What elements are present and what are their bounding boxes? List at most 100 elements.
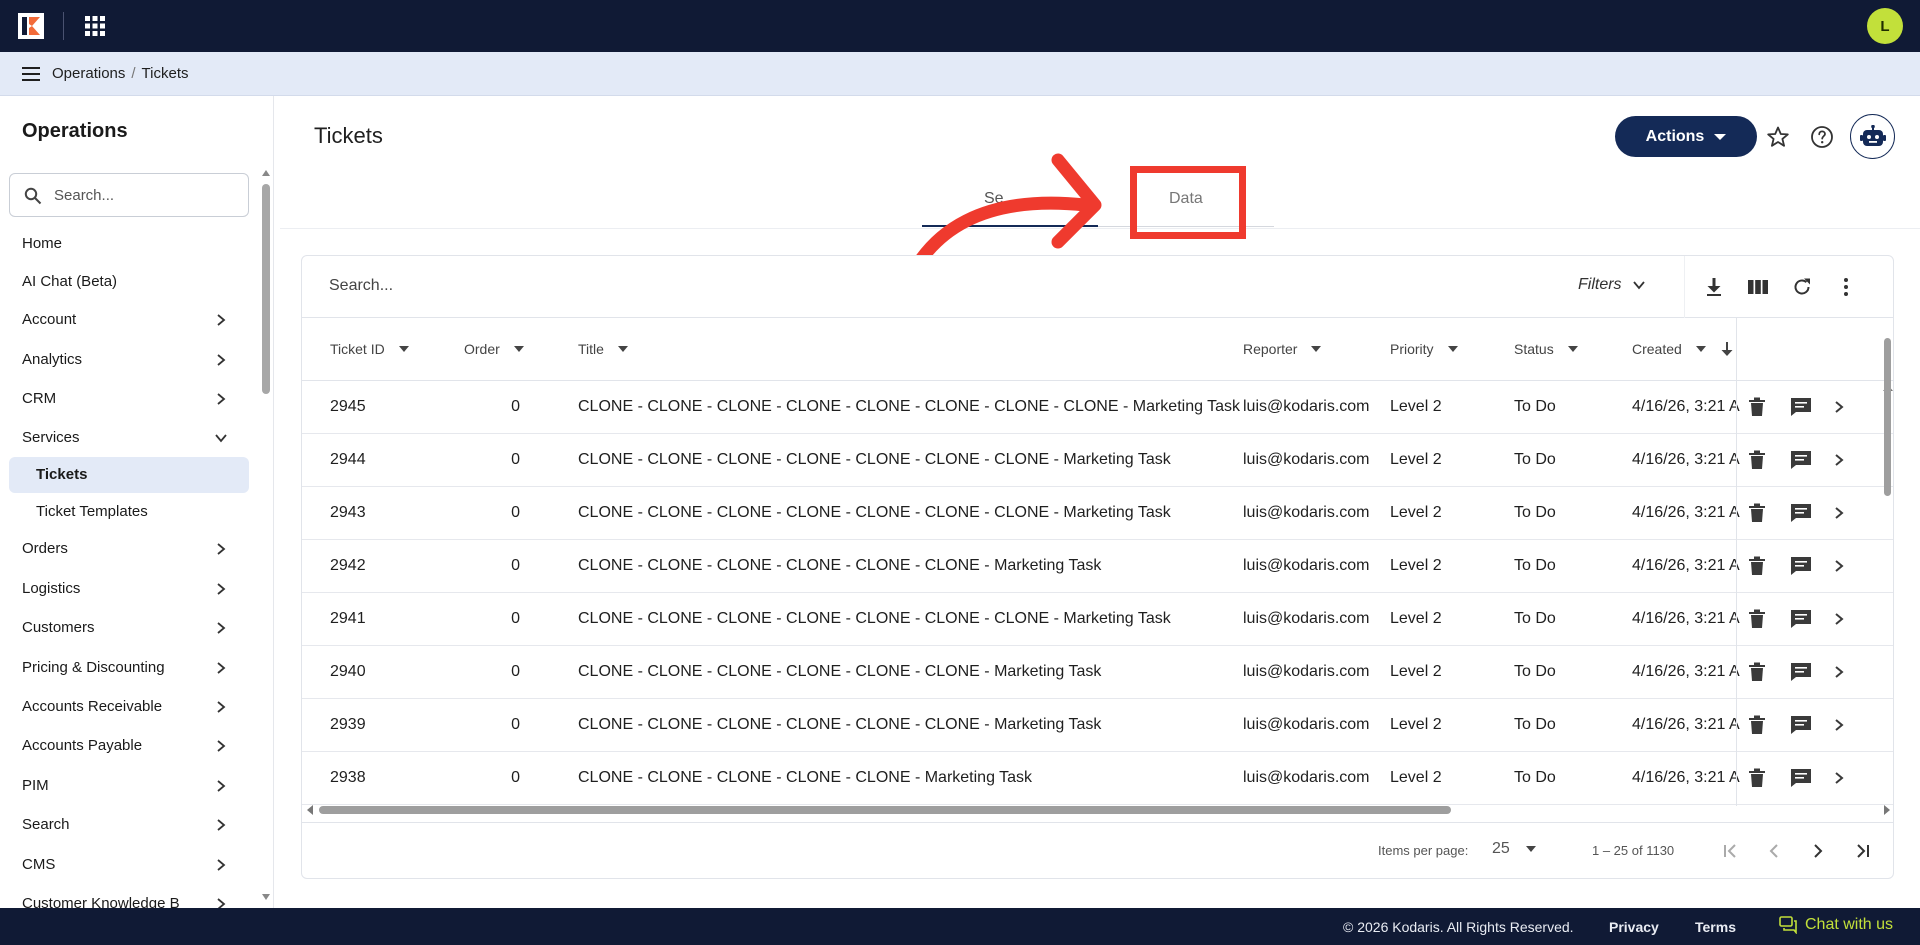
footer-copyright: © 2026 Kodaris. All Rights Reserved.: [1343, 919, 1574, 935]
actions-button[interactable]: Actions: [1615, 116, 1757, 157]
cell-priority: Level 2: [1390, 557, 1442, 574]
ai-assistant-button[interactable]: [1850, 114, 1895, 159]
paginator: Items per page: 25 1 – 25 of 1130: [302, 822, 1893, 878]
filters-button[interactable]: Filters: [1578, 276, 1646, 294]
sidebar-item-label: Ticket Templates: [36, 503, 148, 520]
sidebar-item-services[interactable]: Services: [0, 420, 250, 456]
breadcrumb-tickets: Tickets: [141, 65, 189, 82]
footer-terms-link[interactable]: Terms: [1695, 919, 1736, 935]
chevron-right-icon: [217, 314, 226, 326]
sidebar-item-label: AI Chat (Beta): [22, 273, 118, 290]
table-search-input[interactable]: [329, 277, 729, 295]
sidebar-item-accounts-receivable[interactable]: Accounts Receivable: [0, 689, 250, 725]
sidebar-item-ticket-templates[interactable]: Ticket Templates: [0, 494, 250, 530]
sidebar-search-input[interactable]: [54, 184, 234, 206]
sidebar-item-logistics[interactable]: Logistics: [0, 571, 250, 607]
columns-icon[interactable]: [1746, 275, 1770, 299]
table-row[interactable]: 2945 0 CLONE - CLONE - CLONE - CLONE - CLO…: [302, 381, 1893, 434]
sidebar-item-analytics[interactable]: Analytics: [0, 342, 250, 378]
table-row[interactable]: 2938 0 CLONE - CLONE - CLONE - CLONE - CLO…: [302, 752, 1893, 805]
table-row[interactable]: 2943 0 CLONE - CLONE - CLONE - CLONE - CLO…: [302, 487, 1893, 540]
table-row[interactable]: 2942 0 CLONE - CLONE - CLONE - CLONE - CLO…: [302, 540, 1893, 593]
chevron-right-icon: [217, 780, 226, 792]
table-row[interactable]: 2940 0 CLONE - CLONE - CLONE - CLONE - CLO…: [302, 646, 1893, 699]
column-header-title[interactable]: Title: [578, 318, 628, 380]
refresh-icon[interactable]: [1790, 275, 1814, 299]
cell-priority: Level 2: [1390, 769, 1442, 786]
sort-caret-icon: [617, 346, 628, 352]
sidebar-item-cms[interactable]: CMS: [0, 847, 250, 883]
cell-order: 0: [511, 716, 520, 733]
table-vertical-scroll-thumb[interactable]: [1884, 338, 1891, 496]
sidebar-item-label: Customers: [22, 619, 95, 636]
column-header-ticket-id[interactable]: Ticket ID: [330, 318, 409, 380]
table-row[interactable]: 2939 0 CLONE - CLONE - CLONE - CLONE - CLO…: [302, 699, 1893, 752]
sidebar-item-pim[interactable]: PIM: [0, 768, 250, 804]
breadcrumb-operations[interactable]: Operations: [52, 65, 125, 82]
sidebar-item-label: Accounts Receivable: [22, 698, 163, 715]
tickets-table-card: Filters Ticket ID Order Title Reporter P…: [301, 255, 1894, 879]
help-icon[interactable]: [1810, 125, 1834, 149]
sidebar-item-label: Home: [22, 235, 63, 252]
kodaris-logo[interactable]: [18, 13, 44, 39]
sidebar-item-ai-chat[interactable]: AI Chat (Beta): [0, 264, 250, 300]
scroll-left-arrow-icon[interactable]: [307, 805, 313, 815]
footer-privacy-link[interactable]: Privacy: [1609, 919, 1659, 935]
sidebar-item-accounts-payable[interactable]: Accounts Payable: [0, 728, 250, 764]
next-page-icon[interactable]: [1807, 840, 1829, 862]
column-header-reporter[interactable]: Reporter: [1243, 318, 1322, 380]
cell-status: To Do: [1514, 716, 1556, 733]
cell-reporter: luis@kodaris.com: [1243, 610, 1370, 627]
cell-order: 0: [511, 557, 520, 574]
cell-reporter: luis@kodaris.com: [1243, 504, 1370, 521]
chevron-right-icon: [217, 819, 226, 831]
table-row[interactable]: 2941 0 CLONE - CLONE - CLONE - CLONE - CLO…: [302, 593, 1893, 646]
sidebar-item-customers[interactable]: Customers: [0, 610, 250, 646]
chevron-right-icon: [217, 898, 226, 908]
star-icon[interactable]: [1766, 125, 1790, 149]
menu-icon[interactable]: [22, 66, 40, 82]
last-page-icon[interactable]: [1851, 840, 1873, 862]
download-icon[interactable]: [1702, 275, 1726, 299]
cell-created: 4/16/26, 3:21 A: [1632, 451, 1740, 468]
more-vertical-icon[interactable]: [1834, 275, 1858, 299]
scroll-right-arrow-icon[interactable]: [1884, 805, 1890, 815]
breadcrumb: Operations / Tickets: [52, 65, 189, 82]
sidebar-item-label: Pricing & Discounting: [22, 659, 165, 676]
sidebar-item-label: Logistics: [22, 580, 81, 597]
apps-grid-icon[interactable]: [84, 15, 106, 37]
sidebar-item-search[interactable]: Search: [0, 807, 250, 843]
sidebar-item-pricing[interactable]: Pricing & Discounting: [0, 650, 250, 686]
page-size-select[interactable]: 25: [1492, 840, 1536, 858]
table-horizontal-scroll-thumb[interactable]: [319, 806, 1451, 814]
cell-reporter: luis@kodaris.com: [1243, 769, 1370, 786]
table-row[interactable]: 2944 0 CLONE - CLONE - CLONE - CLONE - CLO…: [302, 434, 1893, 487]
sidebar-item-home[interactable]: Home: [0, 226, 250, 262]
column-header-order[interactable]: Order: [464, 318, 524, 380]
chat-with-us-button[interactable]: Chat with us: [1779, 916, 1893, 934]
sidebar-item-account[interactable]: Account: [0, 302, 250, 338]
column-header-created[interactable]: Created: [1632, 318, 1734, 380]
cell-status: To Do: [1514, 398, 1556, 415]
column-header-label: Reporter: [1243, 341, 1298, 357]
sidebar-item-label: Tickets: [36, 466, 88, 483]
sidebar-item-orders[interactable]: Orders: [0, 531, 250, 567]
cell-title: CLONE - CLONE - CLONE - CLONE - CLONE - …: [578, 557, 1102, 574]
sidebar-scroll-thumb[interactable]: [262, 184, 270, 394]
sidebar-item-crm[interactable]: CRM: [0, 381, 250, 417]
cell-status: To Do: [1514, 451, 1556, 468]
user-avatar[interactable]: L: [1867, 8, 1903, 44]
first-page-icon[interactable]: [1720, 840, 1742, 862]
cell-reporter: luis@kodaris.com: [1243, 716, 1370, 733]
cell-ticket-id: 2938: [330, 769, 366, 786]
cell-title: CLONE - CLONE - CLONE - CLONE - CLONE - …: [578, 716, 1102, 733]
column-header-status[interactable]: Status: [1514, 318, 1578, 380]
cell-created: 4/16/26, 3:21 A: [1632, 610, 1740, 627]
chevron-right-icon: [217, 740, 226, 752]
sidebar-item-customer-knowledge[interactable]: Customer Knowledge B: [0, 886, 250, 908]
column-header-priority[interactable]: Priority: [1390, 318, 1458, 380]
sort-caret-icon: [513, 346, 524, 352]
previous-page-icon[interactable]: [1763, 840, 1785, 862]
search-icon: [24, 187, 42, 205]
sidebar-item-tickets[interactable]: Tickets: [9, 457, 249, 493]
